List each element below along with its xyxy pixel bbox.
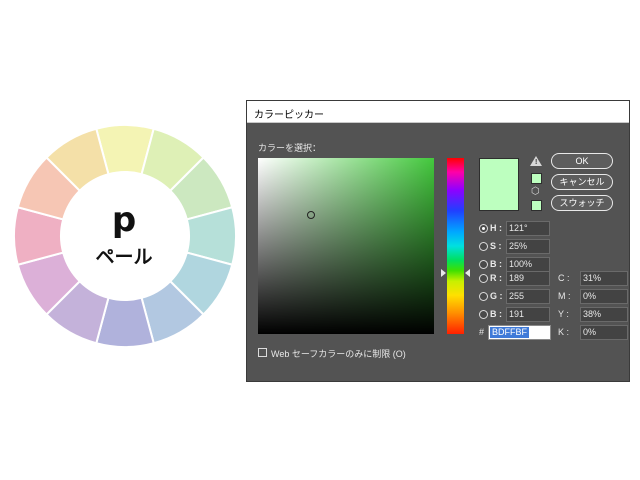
saturation-label: S : [490, 241, 502, 251]
screenshot-stage: p ペール カラーピッカー カラーを選択： ! ⬡ OK キャンセル スウォッチ… [0, 0, 640, 480]
websafe-label: Web セーフカラーのみに制限 (O) [271, 349, 406, 359]
hue-slider-right-arrow[interactable] [465, 269, 470, 277]
saturation-row: S : 25% [479, 239, 559, 254]
yellow-label: Y : [558, 309, 569, 319]
green-label: G : [490, 291, 503, 301]
brightness-row: B : 100% [479, 257, 559, 272]
ok-button[interactable]: OK [551, 153, 613, 169]
blue-radio[interactable] [479, 310, 488, 319]
warning-exclamation: ! [535, 159, 538, 166]
color-field-marker[interactable] [307, 211, 315, 219]
red-radio[interactable] [479, 274, 488, 283]
hue-radio[interactable] [479, 224, 488, 233]
blue-label: B : [490, 309, 502, 319]
yellow-field[interactable]: 38% [580, 307, 628, 322]
black-label: K : [558, 327, 570, 337]
magenta-row: M : 0% [558, 289, 628, 304]
websafe-checkbox[interactable] [258, 348, 267, 357]
red-field[interactable]: 189 [506, 271, 550, 286]
saturation-radio[interactable] [479, 242, 488, 251]
tone-name: ペール [95, 246, 153, 268]
blue-field[interactable]: 191 [506, 307, 550, 322]
red-row: R : 189 [479, 271, 559, 286]
cyan-label: C : [558, 273, 570, 283]
websafe-color-swatch[interactable] [531, 200, 542, 211]
hue-label: H : [490, 223, 502, 233]
red-label: R : [490, 273, 502, 283]
green-row: G : 255 [479, 289, 559, 304]
cyan-row: C : 31% [558, 271, 628, 286]
green-field[interactable]: 255 [506, 289, 550, 304]
color-picker-dialog: カラーピッカー カラーを選択： ! ⬡ OK キャンセル スウォッチ H : 1… [246, 100, 630, 382]
hue-row: H : 121° [479, 221, 559, 236]
tone-letter: p [111, 200, 137, 240]
hue-field[interactable]: 121° [506, 221, 550, 236]
black-row: K : 0% [558, 325, 628, 340]
tone-color-wheel [13, 124, 237, 348]
hue-slider-left-arrow[interactable] [441, 269, 446, 277]
yellow-row: Y : 38% [558, 307, 628, 322]
saturation-field[interactable]: 25% [506, 239, 550, 254]
select-color-label: カラーを選択： [258, 143, 322, 153]
brightness-field[interactable]: 100% [506, 257, 550, 272]
gamut-color-swatch[interactable] [531, 173, 542, 184]
cube-icon[interactable]: ⬡ [531, 186, 540, 197]
hex-value: BDFFBF [490, 327, 529, 338]
hex-label: # [479, 327, 485, 337]
dialog-titlebar[interactable]: カラーピッカー [247, 101, 629, 123]
brightness-label: B : [490, 259, 502, 269]
cancel-button[interactable]: キャンセル [551, 174, 613, 190]
magenta-label: M : [558, 291, 571, 301]
magenta-field[interactable]: 0% [580, 289, 628, 304]
green-radio[interactable] [479, 292, 488, 301]
blue-row: B : 191 [479, 307, 559, 322]
brightness-radio[interactable] [479, 260, 488, 269]
black-field[interactable]: 0% [580, 325, 628, 340]
new-color-swatch [479, 158, 519, 211]
cyan-field[interactable]: 31% [580, 271, 628, 286]
swatches-button[interactable]: スウォッチ [551, 195, 613, 211]
hex-input[interactable]: BDFFBF [488, 325, 551, 340]
hue-slider[interactable] [447, 158, 464, 334]
dialog-title: カラーピッカー [254, 110, 324, 121]
color-field[interactable] [258, 158, 434, 334]
